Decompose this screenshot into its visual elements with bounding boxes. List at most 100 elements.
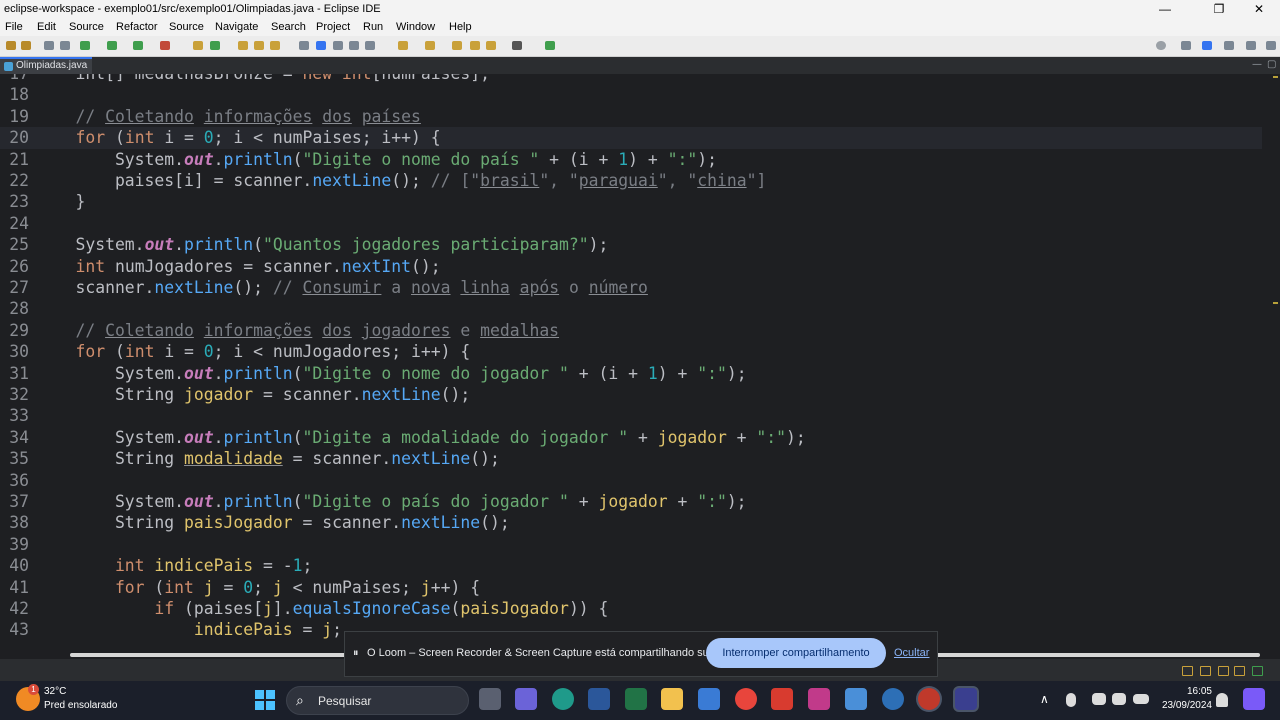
tab-olimpiadas-java[interactable]: Olimpiadas.java: [0, 57, 92, 74]
breadcrumb-icon[interactable]: [365, 41, 375, 50]
menu-search[interactable]: Search: [271, 19, 306, 36]
forward-icon[interactable]: [21, 41, 31, 50]
code-text[interactable]: String paisJogador = scanner.nextLine();: [36, 512, 510, 533]
excel-icon[interactable]: [625, 688, 647, 710]
code-text[interactable]: for (int j = 0; j < numPaises; j++) {: [36, 577, 480, 598]
code-line[interactable]: 31 System.out.println("Digite o nome do …: [0, 363, 1262, 384]
code-text[interactable]: if (paises[j].equalsIgnoreCase(paisJogad…: [36, 598, 608, 619]
copilot-icon[interactable]: [1243, 688, 1265, 710]
code-line[interactable]: 18: [0, 84, 1262, 105]
status-icon[interactable]: [1182, 666, 1193, 676]
code-line[interactable]: 26 int numJogadores = scanner.nextInt();: [0, 256, 1262, 277]
java-perspective-icon[interactable]: [1202, 41, 1212, 50]
ruler-marker[interactable]: [1273, 76, 1278, 78]
code-text[interactable]: System.out.println("Quantos jogadores pa…: [36, 234, 608, 255]
menu-navigate[interactable]: Navigate: [215, 19, 258, 36]
terminal-icon[interactable]: [545, 41, 555, 50]
minimize-view-icon[interactable]: —: [1252, 59, 1262, 70]
debug-perspective-icon[interactable]: [1224, 41, 1234, 50]
code-text[interactable]: indicePais = j;: [36, 619, 342, 640]
code-line[interactable]: 22 paises[i] = scanner.nextLine(); // ["…: [0, 170, 1262, 191]
volume-icon[interactable]: [1112, 693, 1126, 705]
new-java-project-icon[interactable]: [193, 41, 203, 50]
code-line[interactable]: 17 int[] medalhasBronze = new int[numPai…: [0, 74, 1262, 84]
status-icon[interactable]: [1252, 666, 1263, 676]
minimize-button[interactable]: —: [1142, 0, 1188, 19]
chrome-icon[interactable]: [735, 688, 757, 710]
new-package-icon[interactable]: [210, 41, 220, 50]
app-icon[interactable]: [882, 688, 904, 710]
nav-forward-icon[interactable]: [486, 41, 496, 50]
show-whitespace-icon[interactable]: [333, 41, 343, 50]
code-line[interactable]: 38 String paisJogador = scanner.nextLine…: [0, 512, 1262, 533]
open-task-icon[interactable]: [254, 41, 264, 50]
ruler-marker[interactable]: [1273, 302, 1278, 304]
task-view-icon[interactable]: [479, 688, 501, 710]
code-text[interactable]: for (int i = 0; i < numJogadores; i++) {: [36, 341, 470, 362]
menu-project[interactable]: Project: [316, 19, 350, 36]
menu-refactor[interactable]: Refactor: [116, 19, 158, 36]
toggle-block-icon[interactable]: [316, 41, 326, 50]
code-text[interactable]: int[] medalhasBronze = new int[numPaises…: [36, 74, 489, 84]
code-line[interactable]: 37 System.out.println("Digite o país do …: [0, 491, 1262, 512]
edge-icon[interactable]: [552, 688, 574, 710]
other-perspective-icon[interactable]: [1266, 41, 1276, 50]
code-line[interactable]: 24: [0, 213, 1262, 234]
run-icon[interactable]: [107, 41, 117, 50]
search-icon[interactable]: [1156, 41, 1166, 50]
status-icon[interactable]: [1234, 666, 1245, 676]
code-line[interactable]: 36: [0, 470, 1262, 491]
code-line[interactable]: 28: [0, 298, 1262, 319]
code-text[interactable]: for (int i = 0; i < numPaises; i++) {: [36, 127, 440, 148]
battery-icon[interactable]: [1133, 694, 1149, 704]
menu-help[interactable]: Help: [449, 19, 472, 36]
menu-run[interactable]: Run: [363, 19, 383, 36]
teams-icon[interactable]: [515, 688, 537, 710]
git-perspective-icon[interactable]: [1246, 41, 1256, 50]
code-editor[interactable]: 17 int[] medalhasBronze = new int[numPai…: [0, 74, 1262, 650]
intellij-icon[interactable]: [808, 688, 830, 710]
menu-edit[interactable]: Edit: [37, 19, 56, 36]
code-line[interactable]: 40 int indicePais = -1;: [0, 555, 1262, 576]
clock-time[interactable]: 16:05: [1182, 686, 1212, 697]
next-annotation-icon[interactable]: [398, 41, 408, 50]
code-line[interactable]: 23 }: [0, 191, 1262, 212]
status-icon[interactable]: [1200, 666, 1211, 676]
code-line[interactable]: 19 // Coletando informações dos países: [0, 106, 1262, 127]
code-line[interactable]: 42 if (paises[j].equalsIgnoreCase(paisJo…: [0, 598, 1262, 619]
search-toolbar-icon[interactable]: [270, 41, 280, 50]
tray-overflow-icon[interactable]: ∧: [1040, 692, 1049, 706]
notification-bell-icon[interactable]: [1216, 693, 1228, 707]
code-line[interactable]: 32 String jogador = scanner.nextLine();: [0, 384, 1262, 405]
clock-date[interactable]: 23/09/2024: [1158, 700, 1212, 711]
code-text[interactable]: scanner.nextLine(); // Consumir a nova l…: [36, 277, 647, 298]
save-icon[interactable]: [60, 41, 70, 50]
external-tools-icon[interactable]: [160, 41, 170, 50]
code-text[interactable]: System.out.println("Digite o país do jog…: [36, 491, 747, 512]
run-last-icon[interactable]: [133, 41, 143, 50]
debug-icon[interactable]: [80, 41, 90, 50]
windows-start-icon[interactable]: [255, 690, 275, 710]
status-icon[interactable]: [1218, 666, 1229, 676]
code-text[interactable]: System.out.println("Digite o nome do jog…: [36, 363, 747, 384]
code-text[interactable]: // Coletando informações dos jogadores e…: [36, 320, 559, 341]
code-text[interactable]: int indicePais = -1;: [36, 555, 312, 576]
new-icon[interactable]: [44, 41, 54, 50]
code-line[interactable]: 25 System.out.println("Quantos jogadores…: [0, 234, 1262, 255]
overview-ruler[interactable]: [1262, 74, 1280, 650]
hide-banner-link[interactable]: Ocultar: [894, 647, 929, 659]
code-text[interactable]: String modalidade = scanner.nextLine();: [36, 448, 500, 469]
code-line[interactable]: 39: [0, 534, 1262, 555]
menu-file[interactable]: File: [5, 19, 23, 36]
weather-temperature[interactable]: 32°C: [44, 686, 66, 697]
code-text[interactable]: int numJogadores = scanner.nextInt();: [36, 256, 440, 277]
weather-description[interactable]: Pred ensolarado: [44, 700, 117, 711]
code-line[interactable]: 33: [0, 405, 1262, 426]
close-button[interactable]: ✕: [1236, 0, 1280, 19]
monitor-app-icon[interactable]: [845, 688, 867, 710]
code-text[interactable]: paises[i] = scanner.nextLine(); // ["bra…: [36, 170, 766, 191]
menu-source-2[interactable]: Source: [169, 19, 204, 36]
pin-editor-icon[interactable]: [512, 41, 522, 50]
chrome-profile-icon[interactable]: [918, 688, 940, 710]
maximize-view-icon[interactable]: ▢: [1267, 59, 1276, 70]
